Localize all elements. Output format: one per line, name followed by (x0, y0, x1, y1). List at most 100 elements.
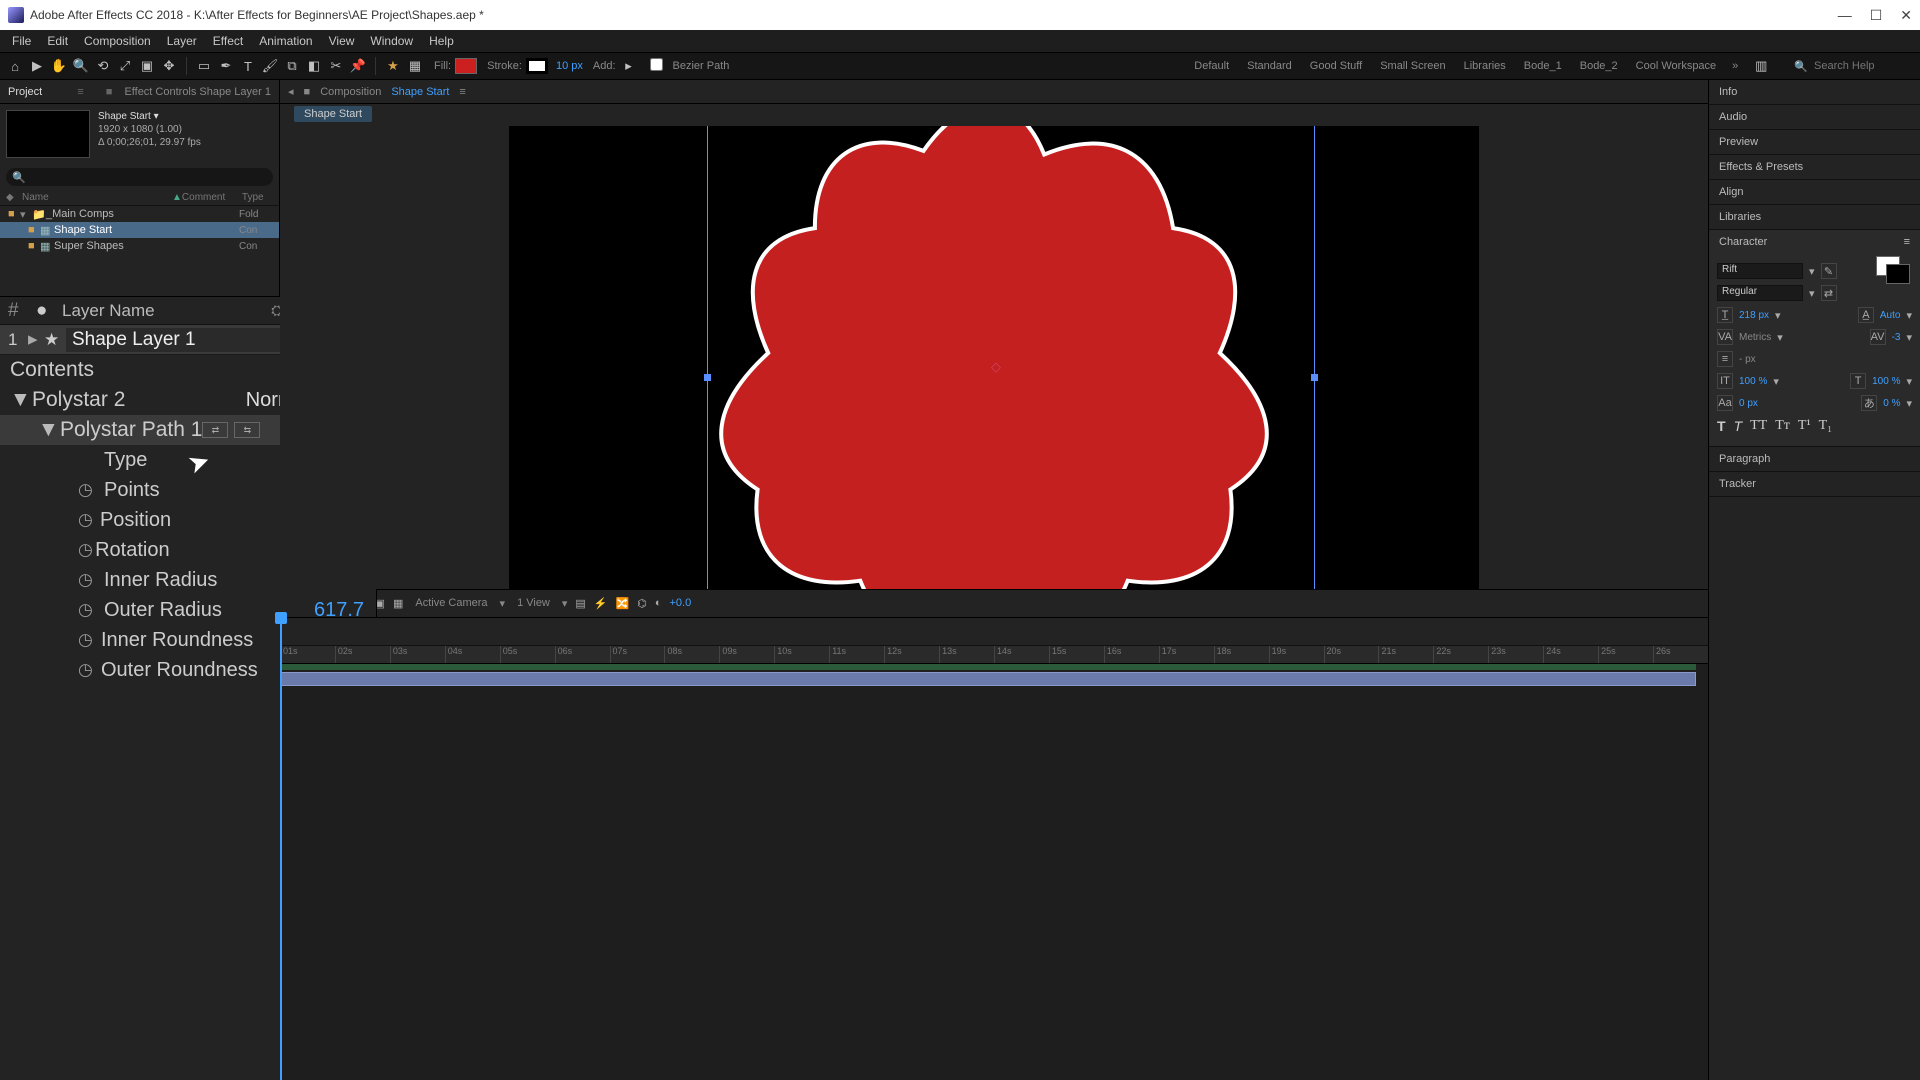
kerning-value[interactable]: Metrics (1739, 332, 1771, 343)
clone-tool-icon[interactable]: ⧉ (283, 57, 301, 75)
swap-colors-icon[interactable]: ⇄ (1821, 285, 1837, 301)
menu-file[interactable]: File (4, 34, 39, 48)
camera-tool-icon[interactable]: ▣ (138, 57, 156, 75)
sort-icon[interactable]: ▲ (172, 192, 182, 203)
fill-color-swatch[interactable] (455, 58, 477, 74)
rotate-tool-icon[interactable]: ⤢ (116, 57, 134, 75)
project-item-folder[interactable]: ■ ▾ 📁 _Main Comps Fold (0, 206, 279, 222)
small-caps-button[interactable]: Tᴛ (1775, 418, 1790, 436)
selection-handle[interactable] (704, 374, 711, 381)
group-twirl-icon[interactable]: ▼ (10, 388, 32, 412)
anchor-tool-icon[interactable]: ✥ (160, 57, 178, 75)
stopwatch-icon[interactable]: ◷ (78, 600, 104, 620)
views-select[interactable]: 1 View (513, 597, 554, 609)
workspace-overflow-icon[interactable]: » (1732, 60, 1738, 72)
composition-panel-menu-icon[interactable]: ≡ (459, 86, 465, 98)
panel-toggle-icon[interactable]: ▥ (1752, 57, 1770, 75)
hand-tool-icon[interactable]: ✋ (50, 57, 68, 75)
timeline-icon[interactable]: 🔀 (616, 597, 630, 610)
transparency-grid-icon[interactable]: ▦ (393, 597, 403, 610)
add-menu-icon[interactable]: ▸ (620, 57, 638, 75)
zoom-tool-icon[interactable]: 🔍 (72, 57, 90, 75)
font-style-select[interactable]: Regular (1717, 285, 1803, 301)
flowchart-icon[interactable]: ⌬ (637, 597, 647, 610)
menu-composition[interactable]: Composition (76, 34, 159, 48)
superscript-button[interactable]: T¹ (1798, 418, 1811, 436)
effect-controls-tab[interactable]: Effect Controls Shape Layer 1 (124, 86, 271, 98)
tracker-panel-header[interactable]: Tracker (1709, 472, 1920, 496)
all-caps-button[interactable]: TT (1750, 418, 1767, 436)
effects-presets-panel-header[interactable]: Effects & Presets (1709, 155, 1920, 179)
hscale-value[interactable]: 100 % (1872, 376, 1900, 387)
text-stroke-width-value[interactable]: - px (1739, 354, 1756, 365)
tsume-value[interactable]: 0 % (1883, 398, 1900, 409)
camera-select[interactable]: Active Camera (411, 597, 491, 609)
preview-panel-header[interactable]: Preview (1709, 130, 1920, 154)
workspace-smallscreen[interactable]: Small Screen (1380, 60, 1445, 72)
time-ruler[interactable]: 01s02s03s 04s05s06s 07s08s09s 10s11s12s … (280, 646, 1708, 664)
work-area-bar[interactable] (280, 664, 1696, 670)
workspace-bode2[interactable]: Bode_2 (1580, 60, 1618, 72)
paragraph-panel-header[interactable]: Paragraph (1709, 447, 1920, 471)
tracking-value[interactable]: -3 (1892, 332, 1901, 343)
text-stroke-swatch[interactable] (1886, 264, 1910, 284)
stopwatch-icon[interactable]: ◷ (78, 510, 100, 530)
faux-italic-button[interactable]: T (1734, 418, 1743, 436)
stopwatch-icon[interactable]: ◷ (78, 540, 95, 560)
workspace-default[interactable]: Default (1194, 60, 1229, 72)
layer-num-header[interactable]: # (8, 300, 36, 322)
path-direction-alt-icon[interactable]: ⇆ (234, 422, 260, 438)
text-tool-icon[interactable]: T (239, 57, 257, 75)
stopwatch-icon[interactable]: ◷ (78, 660, 101, 680)
comp-arrow-icon[interactable]: ◂ (288, 85, 294, 98)
name-column-header[interactable]: Name (22, 192, 172, 203)
project-item-comp[interactable]: ■ ▦ Super Shapes Con (0, 238, 279, 254)
layer-twirl-icon[interactable]: ▸ (28, 328, 44, 351)
orbit-tool-icon[interactable]: ⟲ (94, 57, 112, 75)
stopwatch-icon[interactable]: ◷ (78, 570, 104, 590)
stopwatch-icon[interactable]: ◷ (78, 480, 104, 500)
path-direction-icon[interactable]: ⇄ (202, 422, 228, 438)
layer-name[interactable]: Shape Layer 1 (66, 328, 296, 352)
stroke-color-swatch[interactable] (526, 58, 548, 74)
eyedropper-icon[interactable]: ✎ (1821, 263, 1837, 279)
shape-tool-icon[interactable]: ▭ (195, 57, 213, 75)
comment-column-header[interactable]: Comment (182, 192, 242, 203)
stopwatch-icon[interactable]: ◷ (78, 630, 101, 650)
info-panel-header[interactable]: Info (1709, 80, 1920, 104)
menu-view[interactable]: View (321, 34, 363, 48)
align-panel-header[interactable]: Align (1709, 180, 1920, 204)
selection-handle[interactable] (1311, 374, 1318, 381)
workspace-libraries[interactable]: Libraries (1464, 60, 1506, 72)
search-help-input[interactable] (1814, 60, 1914, 72)
minimize-button[interactable]: — (1838, 7, 1852, 24)
star-option-icon[interactable]: ★ (384, 57, 402, 75)
path-twirl-icon[interactable]: ▼ (38, 418, 60, 442)
audio-panel-header[interactable]: Audio (1709, 105, 1920, 129)
pen-tool-icon[interactable]: ✒ (217, 57, 235, 75)
label-color-header-icon[interactable]: ● (36, 300, 62, 322)
workspace-cool[interactable]: Cool Workspace (1636, 60, 1717, 72)
menu-layer[interactable]: Layer (159, 34, 205, 48)
libraries-panel-header[interactable]: Libraries (1709, 205, 1920, 229)
menu-effect[interactable]: Effect (205, 34, 251, 48)
label-header-icon[interactable]: ◆ (6, 192, 22, 203)
workspace-standard[interactable]: Standard (1247, 60, 1292, 72)
leading-value[interactable]: Auto (1880, 310, 1901, 321)
menu-animation[interactable]: Animation (251, 34, 320, 48)
project-tab[interactable]: Project (8, 86, 42, 98)
fast-preview-icon[interactable]: ⚡ (594, 597, 608, 610)
menu-window[interactable]: Window (362, 34, 421, 48)
layer-duration-bar[interactable] (280, 672, 1696, 686)
selection-bounding-box[interactable] (707, 126, 1315, 589)
close-button[interactable]: ✕ (1900, 7, 1912, 24)
menu-help[interactable]: Help (421, 34, 462, 48)
exposure-value[interactable]: +0.0 (670, 597, 692, 609)
layer-name-header[interactable]: Layer Name (62, 301, 155, 321)
selection-tool-icon[interactable]: ▶ (28, 57, 46, 75)
eraser-tool-icon[interactable]: ◧ (305, 57, 323, 75)
font-size-value[interactable]: 218 px (1739, 310, 1769, 321)
maximize-button[interactable]: ☐ (1870, 7, 1883, 24)
roto-tool-icon[interactable]: ✂ (327, 57, 345, 75)
bezier-checkbox[interactable] (650, 58, 663, 71)
